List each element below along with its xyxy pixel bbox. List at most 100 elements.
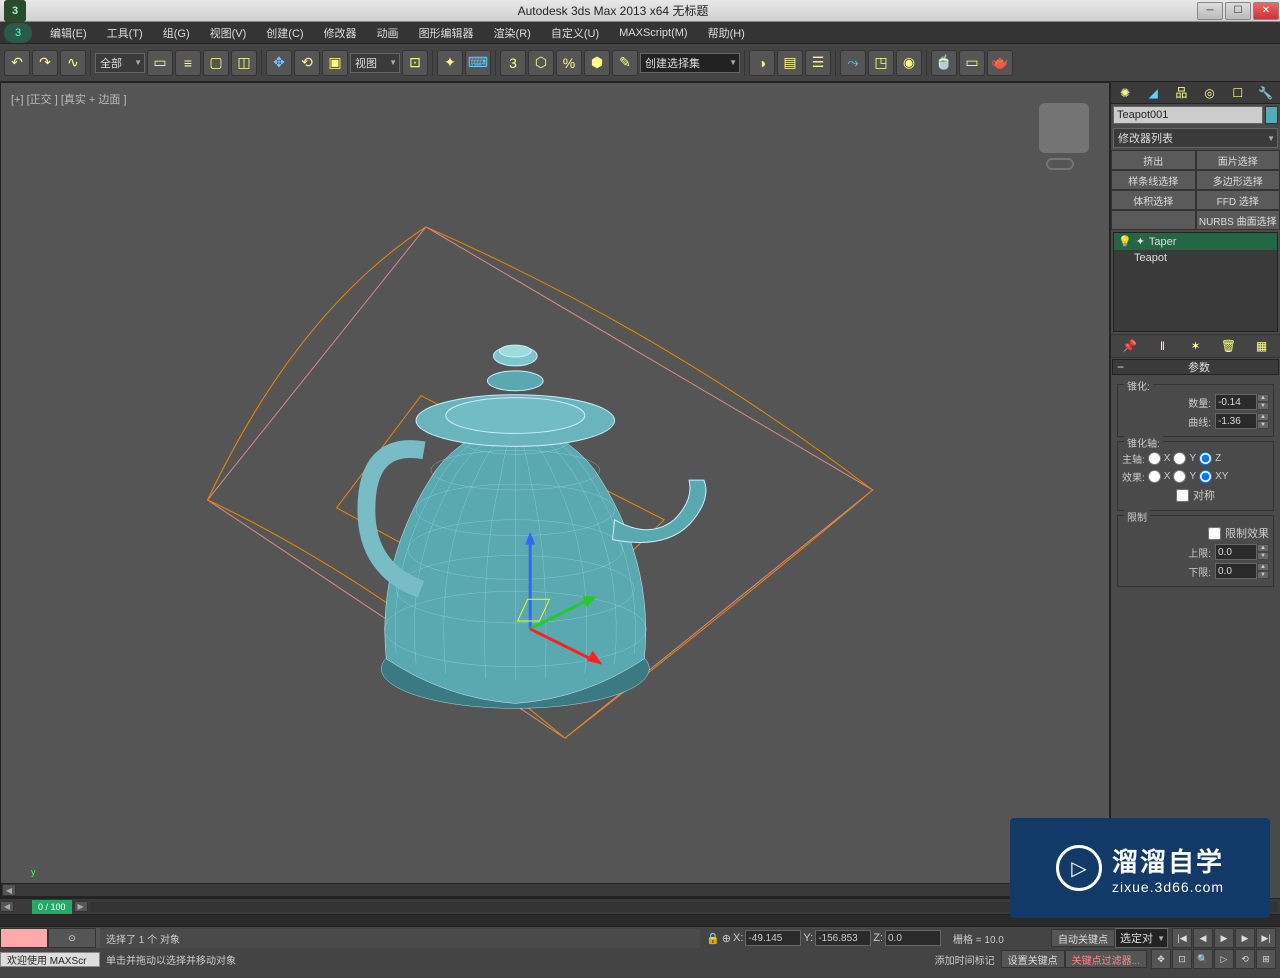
lower-limit-spinner[interactable]: ▲▼ xyxy=(1215,563,1269,579)
undo-button[interactable]: ↶ xyxy=(4,50,30,76)
effect-x-radio[interactable] xyxy=(1148,470,1161,483)
select-region-button[interactable]: ▢ xyxy=(203,50,229,76)
prev-frame-icon[interactable]: ◀ xyxy=(1193,928,1213,948)
primary-y-radio[interactable] xyxy=(1173,452,1186,465)
next-frame-icon[interactable]: ▶ xyxy=(1235,928,1255,948)
menu-animation[interactable]: 动画 xyxy=(367,22,409,44)
schematic-view-button[interactable]: ◳ xyxy=(868,50,894,76)
time-tag-prompt[interactable]: 添加时间标记 xyxy=(929,952,1001,967)
set-button-nurbs[interactable]: NURBS 曲面选择 xyxy=(1196,210,1280,230)
hierarchy-tab-icon[interactable]: 品 xyxy=(1172,84,1190,102)
set-button-vol-select[interactable]: 体积选择 xyxy=(1111,190,1196,210)
lock-icon[interactable]: 🔒 xyxy=(706,932,720,945)
viewport[interactable]: [+] [正交 ] [真实 + 边面 ] xyxy=(0,82,1110,898)
motion-tab-icon[interactable]: ◎ xyxy=(1201,84,1219,102)
fov-icon[interactable]: ▷ xyxy=(1214,949,1234,969)
menu-group[interactable]: 组(G) xyxy=(153,22,200,44)
redo-button[interactable]: ↷ xyxy=(32,50,58,76)
make-unique-icon[interactable]: ✶ xyxy=(1187,337,1205,355)
pan-view-icon[interactable]: ✥ xyxy=(1151,949,1171,969)
show-end-result-icon[interactable]: ‖ xyxy=(1154,337,1172,355)
viewport-scrollbar[interactable]: ◀▶ xyxy=(1,883,1109,897)
object-color-swatch[interactable] xyxy=(1265,106,1278,124)
close-button[interactable]: ✕ xyxy=(1253,2,1279,20)
utilities-tab-icon[interactable]: 🔧 xyxy=(1257,84,1275,102)
primary-z-radio[interactable] xyxy=(1199,452,1212,465)
limit-effect-checkbox[interactable] xyxy=(1208,527,1221,540)
stack-item-teapot[interactable]: Teapot xyxy=(1114,250,1277,266)
maxscript-listener[interactable]: 欢迎使用 MAXScr xyxy=(0,952,100,967)
mirror-button[interactable]: ◑ xyxy=(749,50,775,76)
named-selection-sets-dropdown[interactable]: 创建选择集 xyxy=(640,53,740,73)
timeline-prev-icon[interactable]: ◀ xyxy=(0,901,14,912)
snap-3-button[interactable]: 3 xyxy=(500,50,526,76)
align-button[interactable]: ▤ xyxy=(777,50,803,76)
menu-edit[interactable]: 编辑(E) xyxy=(40,22,97,44)
modifier-stack[interactable]: 💡 ✦ Taper Teapot xyxy=(1113,232,1278,332)
set-button-spline-select[interactable]: 样条线选择 xyxy=(1111,170,1196,190)
curve-editor-button[interactable]: ⤳ xyxy=(840,50,866,76)
set-button-ffd-select[interactable]: FFD 选择 xyxy=(1196,190,1280,210)
link-button[interactable]: ∿ xyxy=(60,50,86,76)
maximize-button[interactable]: ☐ xyxy=(1225,2,1251,20)
curve-spinner[interactable]: ▲▼ xyxy=(1215,413,1269,429)
layer-manager-button[interactable]: ☰ xyxy=(805,50,831,76)
set-button-extrude[interactable]: 挤出 xyxy=(1111,150,1196,170)
goto-start-icon[interactable]: |◀ xyxy=(1172,928,1192,948)
rotate-button[interactable]: ⟲ xyxy=(294,50,320,76)
edit-named-sel-button[interactable]: ✎ xyxy=(612,50,638,76)
pivot-center-button[interactable]: ⊡ xyxy=(402,50,428,76)
upper-limit-spinner[interactable]: ▲▼ xyxy=(1215,544,1269,560)
spinner-snap-button[interactable]: ⬢ xyxy=(584,50,610,76)
key-filters-button[interactable]: 关键点过滤器... xyxy=(1065,950,1147,968)
coord-z-input[interactable] xyxy=(885,930,941,946)
menu-customize[interactable]: 自定义(U) xyxy=(541,22,609,44)
object-name-input[interactable] xyxy=(1113,106,1263,124)
set-button-patch-select[interactable]: 面片选择 xyxy=(1196,150,1280,170)
display-tab-icon[interactable]: ☐ xyxy=(1229,84,1247,102)
effect-xy-radio[interactable] xyxy=(1199,470,1212,483)
auto-key-button[interactable]: 自动关键点 xyxy=(1051,929,1115,947)
status-icon-2[interactable]: ⊙ xyxy=(48,928,96,948)
modifier-list-dropdown[interactable]: 修改器列表 xyxy=(1113,128,1278,148)
key-selection-dropdown[interactable]: 选定对 xyxy=(1115,928,1168,948)
keyboard-shortcut-button[interactable]: ⌨ xyxy=(465,50,491,76)
manipulate-button[interactable]: ✦ xyxy=(437,50,463,76)
scale-button[interactable]: ▣ xyxy=(322,50,348,76)
select-by-name-button[interactable]: ≡ xyxy=(175,50,201,76)
render-button[interactable]: 🫖 xyxy=(987,50,1013,76)
max-toggle-icon[interactable]: ⊞ xyxy=(1256,949,1276,969)
reference-coord-dropdown[interactable]: 视图 xyxy=(350,53,400,73)
pin-stack-icon[interactable]: 📌 xyxy=(1121,337,1139,355)
play-icon[interactable]: ▶ xyxy=(1214,928,1234,948)
percent-snap-button[interactable]: % xyxy=(556,50,582,76)
configure-sets-icon[interactable]: ▦ xyxy=(1253,337,1271,355)
select-object-button[interactable]: ▭ xyxy=(147,50,173,76)
selection-filter-dropdown[interactable]: 全部 xyxy=(95,53,145,73)
menu-rendering[interactable]: 渲染(R) xyxy=(484,22,541,44)
window-crossing-button[interactable]: ◫ xyxy=(231,50,257,76)
material-editor-button[interactable]: ◉ xyxy=(896,50,922,76)
menu-tools[interactable]: 工具(T) xyxy=(97,22,153,44)
stack-item-taper[interactable]: 💡 ✦ Taper xyxy=(1114,233,1277,250)
symmetry-checkbox[interactable] xyxy=(1176,489,1189,502)
zoom-extents-icon[interactable]: ⊡ xyxy=(1172,949,1192,969)
coord-y-input[interactable] xyxy=(815,930,871,946)
timeline-next-icon[interactable]: ▶ xyxy=(74,901,88,912)
coord-toggle-icon[interactable]: ⊕ xyxy=(722,932,731,945)
zoom-icon[interactable]: 🔍 xyxy=(1193,949,1213,969)
set-key-button[interactable]: 设置关键点 xyxy=(1001,950,1065,968)
modify-tab-icon[interactable]: ◢ xyxy=(1144,84,1162,102)
set-button-poly-select[interactable]: 多边形选择 xyxy=(1196,170,1280,190)
menu-views[interactable]: 视图(V) xyxy=(200,22,257,44)
menu-graph-editors[interactable]: 图形编辑器 xyxy=(409,22,484,44)
menu-maxscript[interactable]: MAXScript(M) xyxy=(609,24,697,42)
effect-y-radio[interactable] xyxy=(1173,470,1186,483)
coord-x-input[interactable] xyxy=(745,930,801,946)
remove-modifier-icon[interactable]: 🗑 xyxy=(1220,337,1238,355)
render-setup-button[interactable]: 🍵 xyxy=(931,50,957,76)
time-slider-head[interactable]: 0 / 100 xyxy=(32,900,72,914)
angle-snap-button[interactable]: ⬡ xyxy=(528,50,554,76)
status-icon-1[interactable] xyxy=(0,928,48,948)
primary-x-radio[interactable] xyxy=(1148,452,1161,465)
